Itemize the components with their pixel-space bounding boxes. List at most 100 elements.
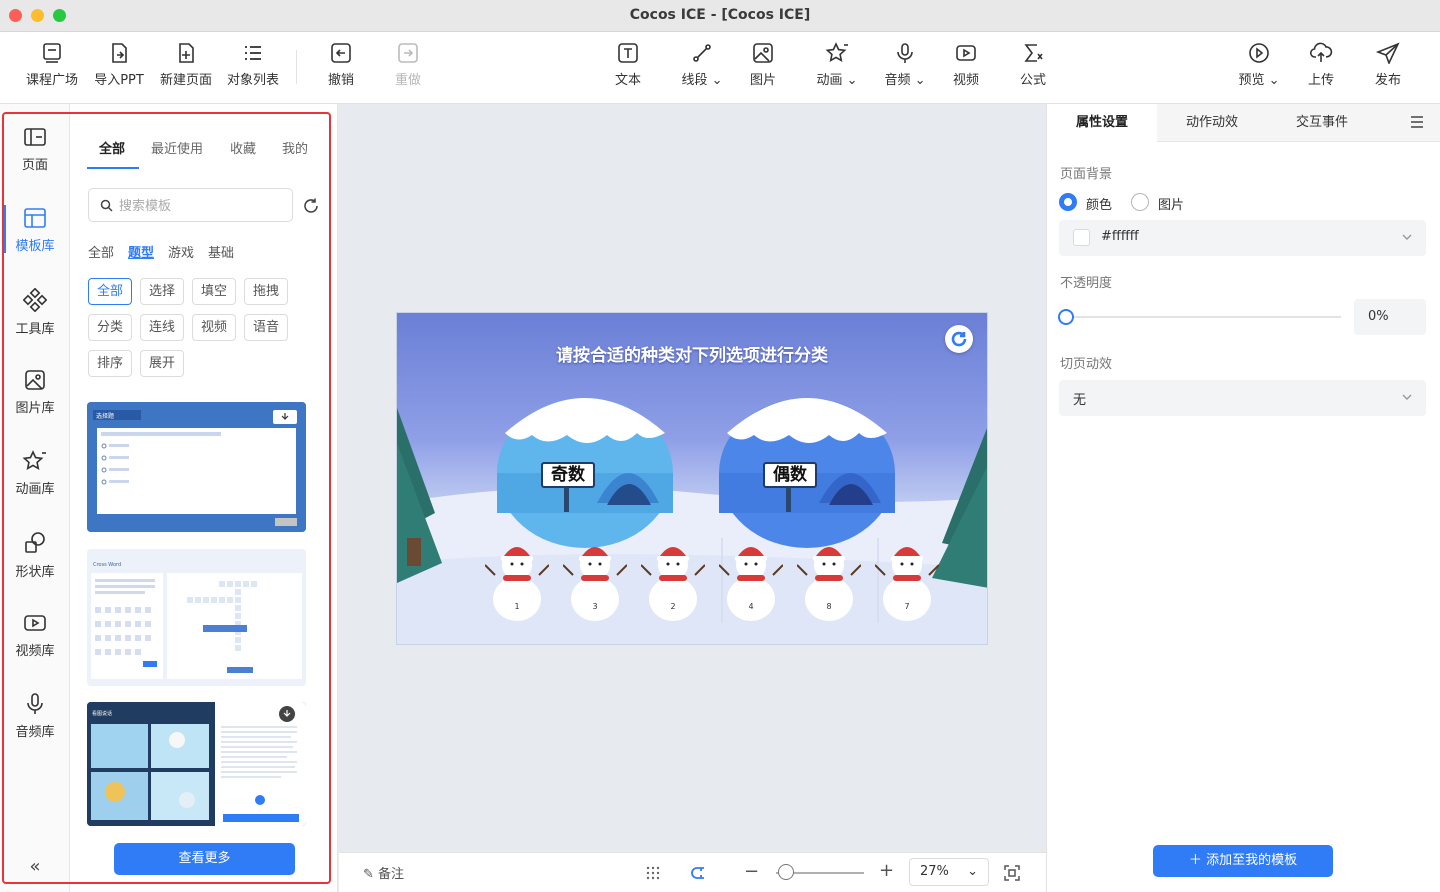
opacity-value[interactable]: 0% <box>1354 299 1426 335</box>
line-tool-button[interactable]: 线段 ⌄ <box>670 40 734 96</box>
background-image-radio[interactable] <box>1131 193 1149 211</box>
image-tool-button[interactable]: 图片 <box>731 40 795 96</box>
new-page-button[interactable]: 新建页面 <box>154 40 218 96</box>
notes-button[interactable]: ✎ 备注 <box>363 863 404 882</box>
import-ppt-button[interactable]: 导入PPT <box>87 40 151 96</box>
object-list-button[interactable]: 对象列表 <box>221 40 285 96</box>
tab-properties[interactable]: 属性设置 <box>1047 104 1157 142</box>
view-more-button[interactable]: 查看更多 <box>114 843 295 875</box>
course-plaza-button[interactable]: 课程广场 <box>20 40 84 96</box>
category-all[interactable]: 全部 <box>88 242 114 261</box>
formula-icon <box>1024 44 1043 62</box>
grid-dots-icon[interactable] <box>645 865 661 881</box>
undo-icon <box>331 43 351 63</box>
template-card-picture[interactable]: 看图说话 <box>87 702 306 826</box>
tab-interactions[interactable]: 交互事件 <box>1267 104 1377 142</box>
template-search-box <box>88 188 293 222</box>
template-search-input[interactable] <box>119 196 284 216</box>
preview-button[interactable]: 预览 ⌄ <box>1227 40 1291 96</box>
chevron-down-icon: ⌄ <box>910 73 926 88</box>
color-swatch <box>1073 229 1090 246</box>
redo-button[interactable]: 重做 <box>376 40 440 96</box>
text-tool-button[interactable]: 文本 <box>596 40 660 96</box>
collapse-panel-button[interactable]: « <box>22 856 48 878</box>
chevron-down-icon: ⌄ <box>1264 73 1280 88</box>
refresh-icon[interactable] <box>302 197 320 215</box>
chip-drag[interactable]: 拖拽 <box>244 278 289 305</box>
import-ppt-label: 导入PPT <box>94 73 144 88</box>
undo-button[interactable]: 撤销 <box>309 40 373 96</box>
template-card-crossword[interactable]: Cross Word <box>87 549 306 686</box>
tab-animations[interactable]: 动作动效 <box>1157 104 1267 142</box>
tab-recent[interactable]: 最近使用 <box>151 138 203 157</box>
fit-screen-icon[interactable] <box>1003 864 1021 882</box>
category-question-type[interactable]: 题型 <box>128 242 154 261</box>
rail-item-videos[interactable]: 视频库 <box>0 612 70 684</box>
snowman-item[interactable]: 4 <box>719 535 783 625</box>
transition-select[interactable]: 无 <box>1059 380 1426 416</box>
rail-item-animations-label: 动画库 <box>15 482 55 497</box>
new-page-icon <box>179 43 194 63</box>
snowman-item[interactable]: 8 <box>797 535 861 625</box>
title-bar: Cocos ICE - [Cocos ICE] <box>0 0 1440 32</box>
background-color-select[interactable]: #ffffff <box>1059 220 1426 256</box>
chip-connect[interactable]: 连线 <box>140 314 185 341</box>
chip-video[interactable]: 视频 <box>192 314 237 341</box>
zoom-out-button[interactable]: − <box>744 861 759 882</box>
slide-stage[interactable]: 请按合适的种类对下列选项进行分类 奇数 偶数 1 3 2 4 8 7 <box>396 312 988 645</box>
add-to-my-templates-label: 添加至我的模板 <box>1206 853 1298 868</box>
animation-tool-button[interactable]: 动画 ⌄ <box>805 40 869 96</box>
zoom-level-select[interactable]: 27% ⌄ <box>909 858 989 886</box>
zoom-in-button[interactable]: + <box>879 860 894 881</box>
properties-panel: 属性设置 动作动效 交互事件 页面背景 颜色 图片 #ffffff 不透明度 0… <box>1046 104 1440 892</box>
rail-item-page[interactable]: 页面 <box>0 126 70 198</box>
add-to-my-templates-button[interactable]: ＋ 添加至我的模板 <box>1153 845 1333 877</box>
window-title: Cocos ICE - [Cocos ICE] <box>629 7 811 23</box>
snowman-item[interactable]: 3 <box>563 535 627 625</box>
upload-icon <box>1309 42 1333 62</box>
chip-classify[interactable]: 分类 <box>88 314 133 341</box>
stage-reset-button[interactable] <box>945 325 973 353</box>
chip-expand[interactable]: 展开 <box>140 350 185 377</box>
snowman-item[interactable]: 7 <box>875 535 939 625</box>
menu-icon[interactable] <box>1409 114 1425 130</box>
redo-label: 重做 <box>394 73 421 88</box>
rail-item-template[interactable]: 模板库 <box>0 205 70 279</box>
rail-item-pictures[interactable]: 图片库 <box>0 369 70 441</box>
rail-item-audios[interactable]: 音频库 <box>0 693 70 765</box>
zoom-slider-knob[interactable] <box>778 864 794 880</box>
background-color-radio[interactable] <box>1059 193 1077 211</box>
line-tool-label: 线段 ⌄ <box>681 73 723 88</box>
chip-fill-blank[interactable]: 填空 <box>192 278 237 305</box>
chip-sort[interactable]: 排序 <box>88 350 133 377</box>
stage-question-title: 请按合适的种类对下列选项进行分类 <box>556 346 828 366</box>
template-thumbnail: 选择题 <box>87 402 306 532</box>
tab-mine[interactable]: 我的 <box>282 138 308 157</box>
video-tool-button[interactable]: 视频 <box>934 40 998 96</box>
tab-favorites[interactable]: 收藏 <box>230 138 256 157</box>
magnet-snap-icon[interactable] <box>689 864 707 882</box>
tab-all[interactable]: 全部 <box>99 138 125 157</box>
rail-item-tools[interactable]: 工具库 <box>0 288 70 360</box>
chip-voice[interactable]: 语音 <box>244 314 289 341</box>
transition-label: 切页动效 <box>1060 357 1113 372</box>
formula-tool-button[interactable]: 公式 <box>1001 40 1065 96</box>
upload-button[interactable]: 上传 <box>1289 40 1353 96</box>
snowman-item[interactable]: 2 <box>641 535 705 625</box>
publish-button[interactable]: 发布 <box>1356 40 1420 96</box>
audio-tool-button[interactable]: 音频 ⌄ <box>873 40 937 96</box>
rail-item-animations[interactable]: 动画库 <box>0 450 70 522</box>
opacity-slider-track[interactable] <box>1066 316 1341 318</box>
template-card-choice[interactable]: 选择题 <box>87 402 306 532</box>
snowman-item[interactable]: 1 <box>485 535 549 625</box>
chip-all[interactable]: 全部 <box>88 278 133 305</box>
rail-item-template-label: 模板库 <box>15 239 55 254</box>
rail-item-shapes[interactable]: 形状库 <box>0 531 70 603</box>
page-icon <box>24 128 46 146</box>
list-icon <box>245 46 261 60</box>
opacity-slider-knob[interactable] <box>1058 309 1074 325</box>
category-games[interactable]: 游戏 <box>168 242 194 261</box>
chevron-down-icon <box>1402 234 1412 240</box>
category-basics[interactable]: 基础 <box>208 242 234 261</box>
chip-choice[interactable]: 选择 <box>140 278 185 305</box>
